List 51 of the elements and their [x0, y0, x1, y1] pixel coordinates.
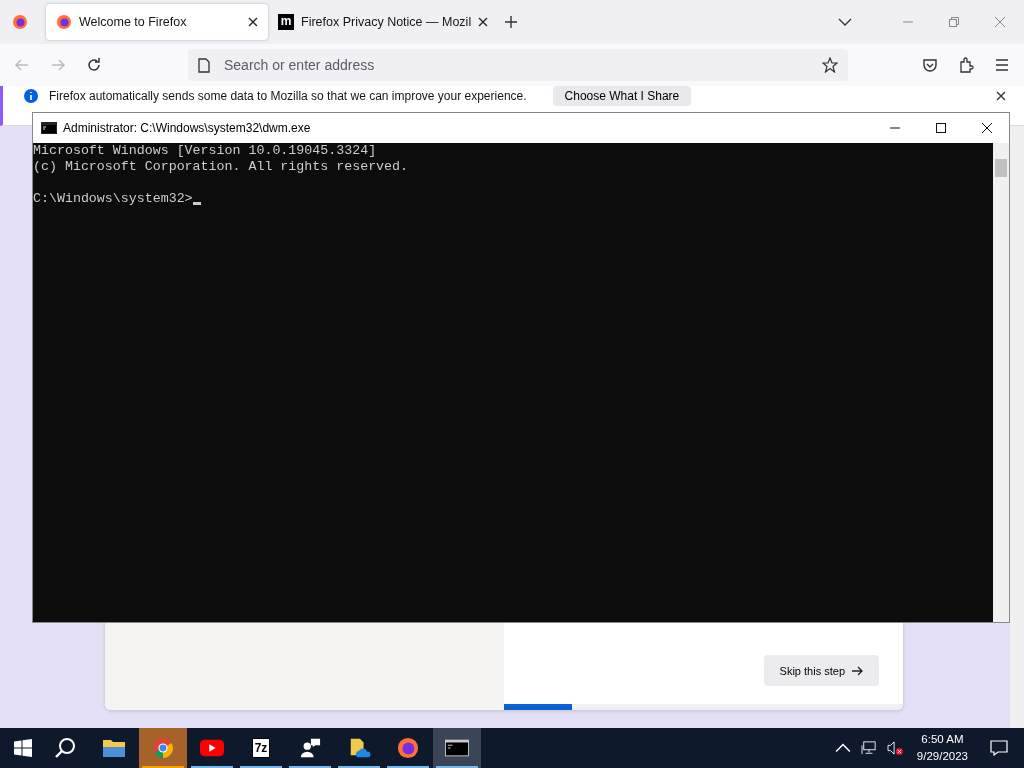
taskbar-button[interactable]: 7z	[237, 728, 285, 768]
network-icon[interactable]	[860, 741, 877, 755]
close-icon[interactable]	[248, 17, 258, 27]
close-icon[interactable]	[996, 90, 1006, 101]
chevron-down-icon[interactable]	[838, 18, 852, 26]
taskbar-button[interactable]	[433, 728, 481, 768]
play-icon	[200, 737, 224, 759]
choose-button[interactable]: Choose What I Share	[552, 85, 692, 106]
archive-icon: 7z	[251, 738, 271, 758]
pocket-icon[interactable]	[922, 57, 938, 73]
window-title: Administrator: C:\Windows\system32\dwm.exe	[63, 121, 311, 135]
scrollbar[interactable]	[1010, 126, 1024, 728]
windows-icon[interactable]	[14, 739, 32, 757]
tab-title: Firefox Privacy Notice — Mozil	[301, 15, 472, 29]
reload-icon[interactable]	[86, 57, 102, 73]
console-prompt: C:\Windows\system32>	[33, 191, 193, 207]
extensions-icon[interactable]	[958, 57, 974, 73]
notification-text: Firefox automatically sends some data to Mozilla so that we can improve your experience.	[49, 88, 527, 103]
console-line: Microsoft Windows [Version 10.0.19045.3324]	[33, 143, 377, 159]
console-line: (c) Microsoft Corporation. All rights reserved.	[33, 159, 409, 175]
chrome-icon	[151, 737, 175, 759]
search-icon[interactable]	[54, 737, 76, 759]
notifications-icon[interactable]	[990, 740, 1008, 756]
text-cursor	[192, 202, 201, 205]
menu-icon[interactable]	[994, 57, 1010, 73]
skip-button[interactable]: Skip this step	[763, 655, 879, 686]
firefox-icon	[56, 14, 72, 30]
close-icon[interactable]	[478, 17, 489, 27]
new-tab-icon[interactable]	[504, 15, 518, 29]
chevron-up-icon[interactable]	[834, 741, 851, 755]
console-icon	[445, 737, 469, 759]
folder-icon	[102, 737, 126, 759]
page-icon	[198, 57, 210, 73]
console-icon	[41, 122, 57, 134]
clock-date: 9/29/2023	[916, 749, 968, 764]
arrow-right-icon	[851, 665, 863, 676]
firefox-icon	[396, 737, 420, 759]
scrollbar[interactable]	[993, 143, 1009, 622]
address-bar[interactable]: Search or enter address	[188, 49, 848, 81]
clock-time: 6:50 AM	[921, 732, 964, 747]
volume-muted-icon[interactable]	[886, 741, 903, 755]
browser-tab[interactable]: Welcome to Firefox	[46, 4, 268, 40]
tab-title: Welcome to Firefox	[79, 15, 188, 29]
maximize-icon[interactable]	[935, 122, 947, 134]
people-icon	[298, 737, 322, 759]
close-icon[interactable]	[981, 122, 993, 134]
firefox-icon[interactable]	[12, 14, 28, 30]
mozilla-icon: m	[278, 14, 294, 30]
restore-icon[interactable]	[948, 16, 960, 28]
star-icon[interactable]	[822, 57, 838, 73]
browser-tab[interactable]: m Firefox Privacy Notice — Mozil	[268, 4, 490, 40]
